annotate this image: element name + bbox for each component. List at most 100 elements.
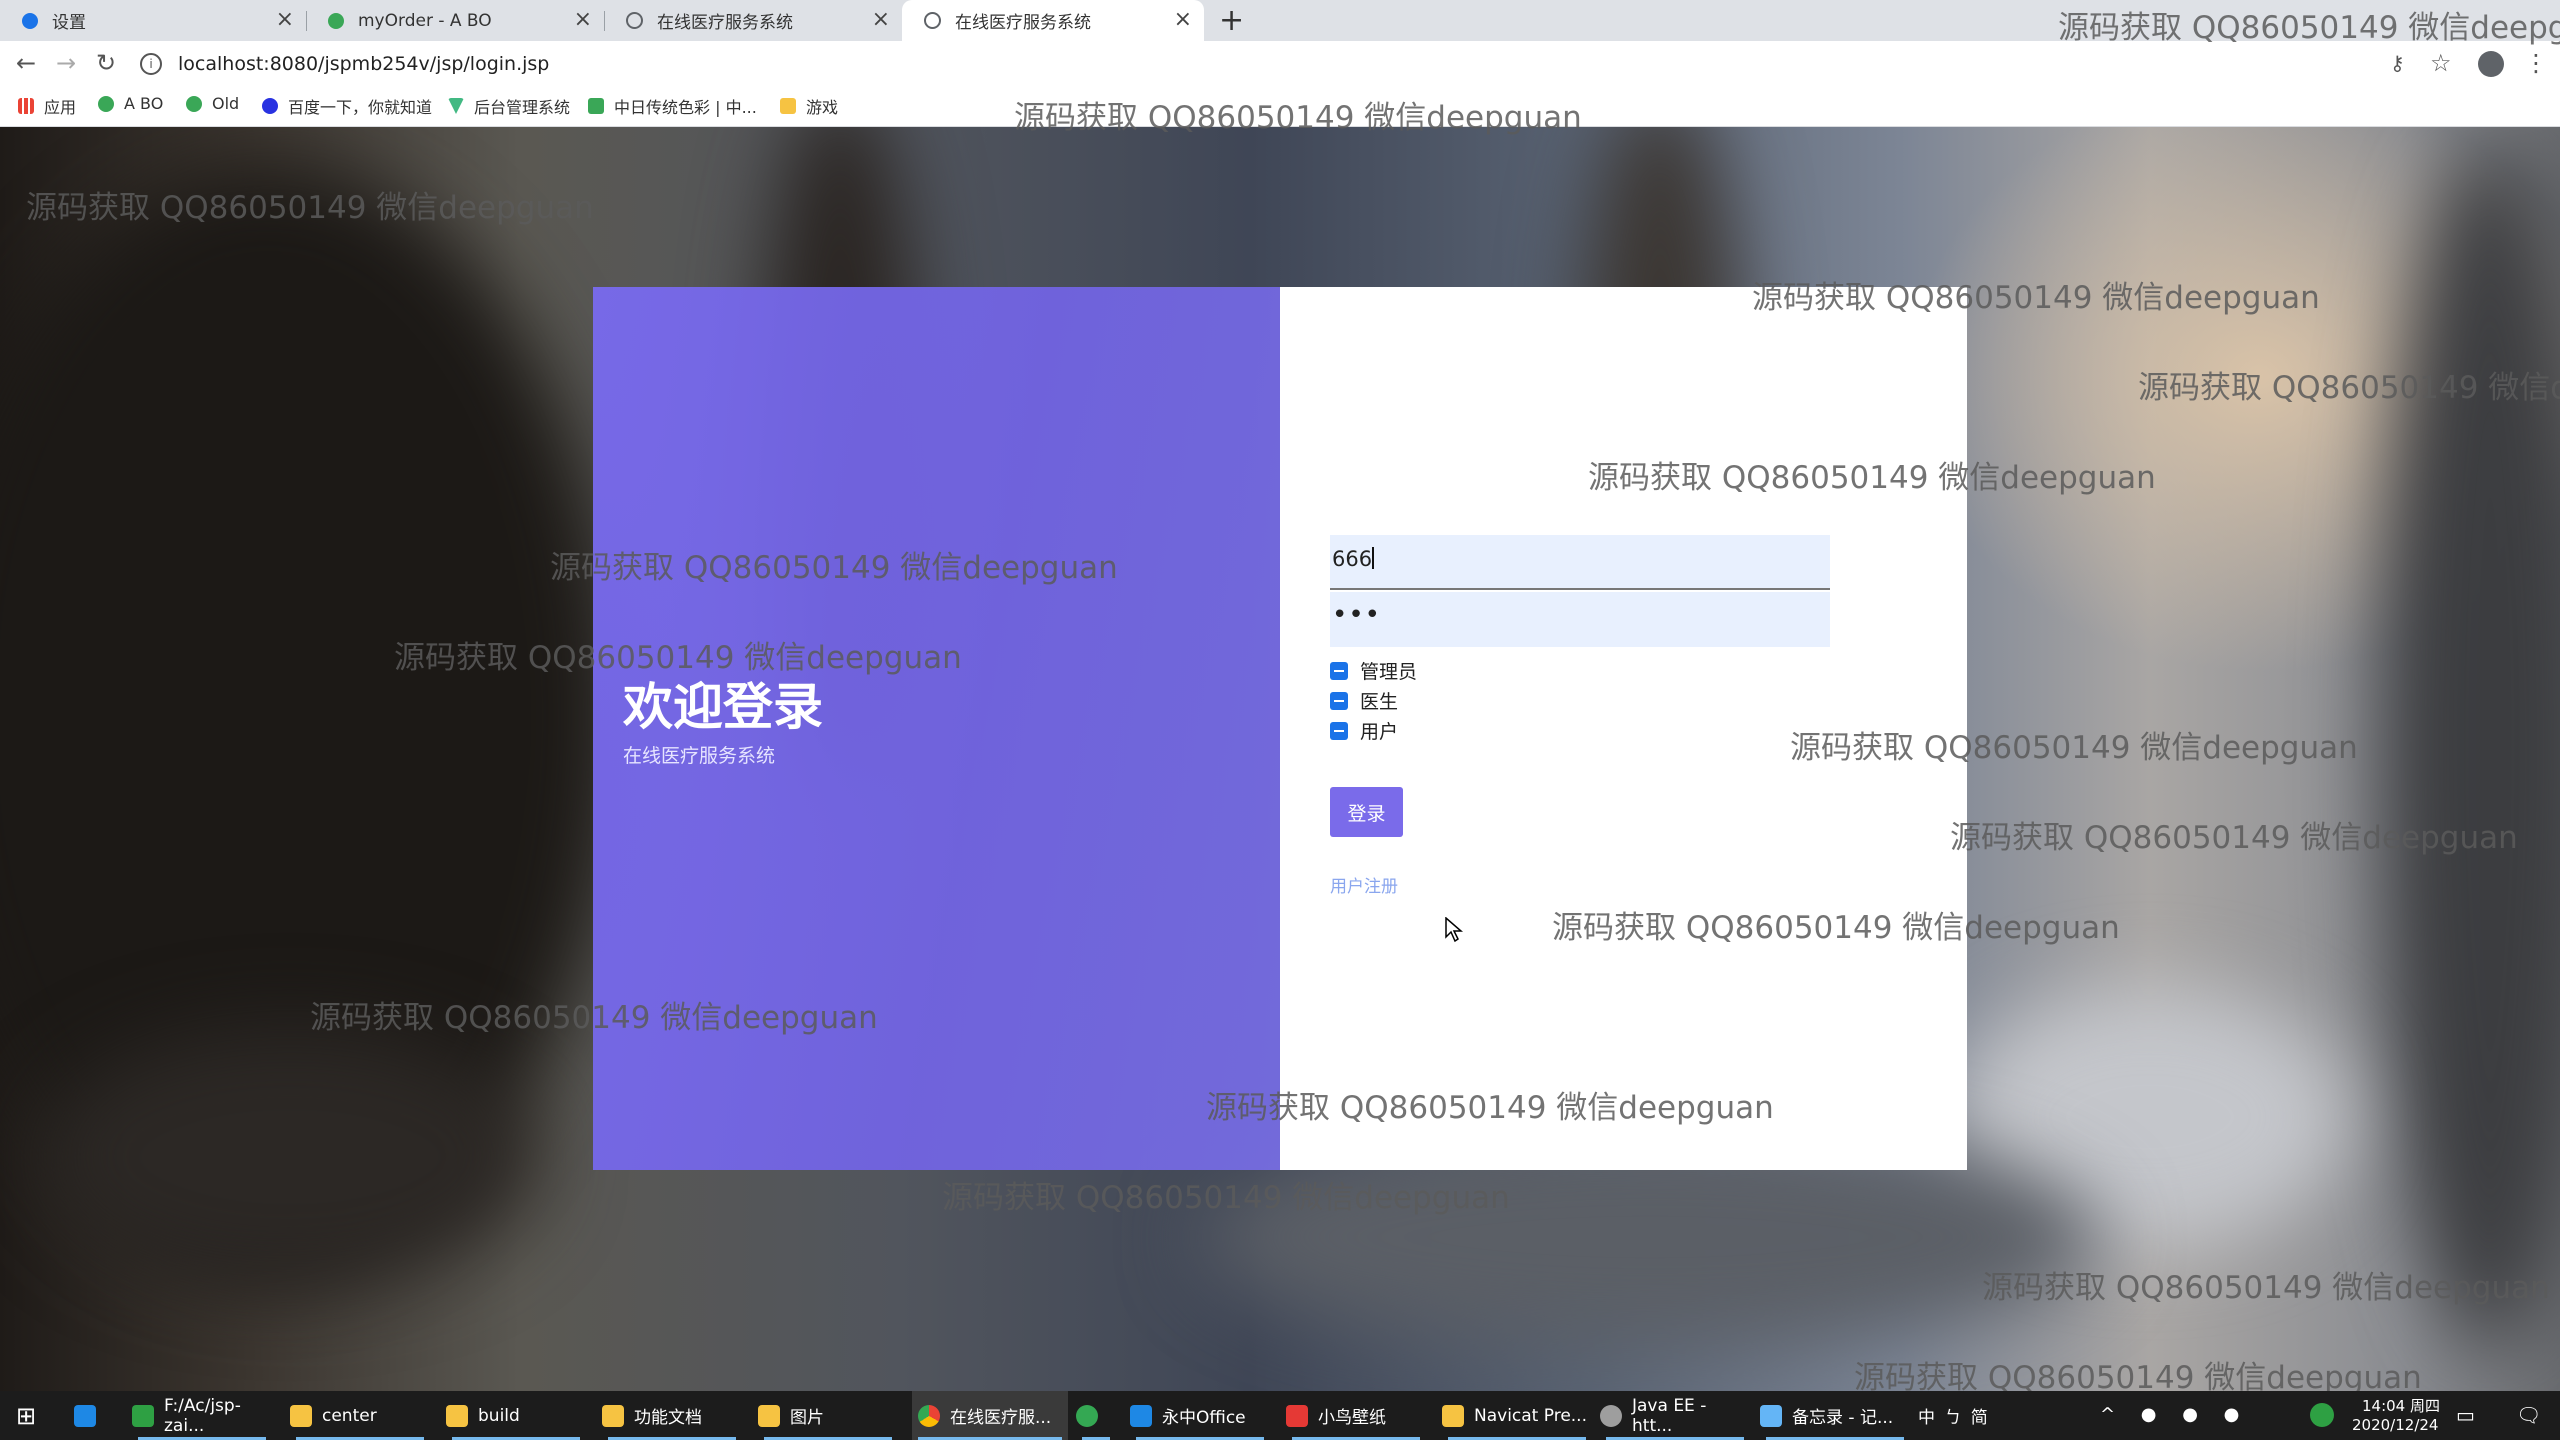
taskbar-item[interactable]: 小鸟壁纸 (1286, 1391, 1426, 1440)
tab-title: myOrder - A BO (358, 10, 492, 31)
watermark-text: 源码获取 QQ86050149 微信deepguan (1752, 280, 2320, 316)
taskbar-item[interactable]: 功能文档 (602, 1391, 742, 1440)
username-input[interactable]: 666 (1330, 535, 1830, 590)
app-circle-icon (1076, 1404, 1098, 1427)
watermark-text: 源码获取 QQ86050149 微信deepguan (1014, 100, 1582, 136)
login-button[interactable]: 登录 (1330, 787, 1403, 837)
address-bar-row: ← → ↻ i localhost:8080/jspmb254v/jsp/log… (0, 41, 2560, 86)
windows-taskbar: ⊞ F:/Ac/jsp-zai... center build 功能文档 图片 … (0, 1391, 2560, 1440)
taskbar-item[interactable]: center (290, 1391, 430, 1440)
menu-dots-icon[interactable]: ⋮ (2524, 49, 2548, 77)
windows-start-icon[interactable]: ⊞ (16, 1391, 36, 1440)
wallpaper-app-icon (1286, 1404, 1308, 1427)
browser-tab[interactable]: myOrder - A BO × (306, 0, 604, 41)
mouse-pointer-icon (1445, 917, 1463, 943)
info-icon[interactable]: i (140, 53, 162, 75)
login-card: 欢迎登录 在线医疗服务系统 666 ••• 管理员 医生 用户 登录 用户注册 (593, 287, 1967, 1170)
checkbox-icon[interactable] (1330, 691, 1348, 710)
taskbar-item[interactable]: 备忘录 - 记... (1760, 1391, 1910, 1440)
tray-icons[interactable]: ^ ● ● ● (2100, 1404, 2249, 1425)
star-icon[interactable]: ☆ (2430, 49, 2452, 77)
new-tab-button[interactable]: + (1219, 3, 1244, 38)
watermark-text: 源码获取 QQ86050149 微信deepguan (942, 1180, 1510, 1216)
system-tray[interactable]: 中 ㄅ 简 (1918, 1403, 1990, 1428)
action-center-icon[interactable]: 🗨 (2516, 1403, 2541, 1427)
checkbox-icon[interactable] (1330, 661, 1348, 680)
taskbar-item[interactable]: F:/Ac/jsp-zai... (132, 1391, 272, 1440)
password-input[interactable]: ••• (1330, 592, 1830, 647)
watermark-text: 源码获取 QQ86050149 微信deepguan (310, 1000, 878, 1036)
welcome-title: 欢迎登录 (623, 678, 823, 736)
bookmark-item[interactable]: 中日传统色彩 | 中... (588, 94, 757, 118)
key-icon[interactable]: ⚷ (2390, 51, 2405, 75)
close-icon[interactable]: × (574, 9, 592, 31)
role-checkbox-admin[interactable]: 管理员 (1330, 657, 1417, 684)
account-icon[interactable] (2478, 51, 2504, 77)
app-icon (74, 1404, 96, 1427)
role-checkbox-user[interactable]: 用户 (1330, 717, 1398, 744)
taskbar-item[interactable] (1076, 1391, 1116, 1440)
bookmark-item[interactable]: Old (186, 94, 239, 113)
taskbar-item[interactable]: build (446, 1391, 586, 1440)
role-label: 管理员 (1360, 661, 1418, 683)
folder-icon (446, 1404, 468, 1427)
browser-tab[interactable]: 在线医疗服务系统 × (604, 0, 902, 41)
watermark-text: 源码获取 QQ86050149 微信deepguan (1950, 820, 2518, 856)
tab-title: 在线医疗服务系统 (657, 13, 793, 33)
app-pinned-icon[interactable] (74, 1391, 106, 1440)
browser-tab[interactable]: 设置 × (0, 0, 306, 41)
watermark-text: 源码获取 QQ86050149 微信deepguan (1588, 460, 2156, 496)
taskbar-item[interactable]: 图片 (758, 1391, 898, 1440)
close-icon[interactable]: × (276, 9, 294, 31)
watermark-text: 源码获取 QQ86050149 微信deepguan (2058, 10, 2560, 46)
taskbar-item[interactable]: 永中Office (1130, 1391, 1270, 1440)
watermark-text: 源码获取 QQ86050149 微信deepguan (26, 190, 594, 226)
watermark-text: 源码获取 QQ86050149 微信deepguan (550, 550, 1118, 586)
close-icon[interactable]: × (1174, 9, 1192, 31)
role-label: 医生 (1360, 691, 1399, 713)
reload-icon[interactable]: ↻ (96, 49, 116, 77)
chrome-icon (918, 1404, 940, 1427)
taskbar-item[interactable]: Navicat Pre... (1442, 1391, 1592, 1440)
hbuilder-icon (132, 1404, 154, 1427)
text-cursor (1372, 547, 1375, 569)
navicat-icon (1442, 1404, 1464, 1427)
vue-logo-icon (448, 98, 464, 114)
watermark-text: 源码获取 QQ86050149 微信deepguan (1206, 1090, 1774, 1126)
bookmark-item[interactable]: 百度一下，你就知道 (262, 94, 432, 118)
clock-date[interactable]: 2020/12/24 (2352, 1416, 2438, 1434)
checkbox-icon[interactable] (1330, 721, 1348, 740)
apps-grid-icon (18, 98, 34, 114)
close-icon[interactable]: × (872, 9, 890, 31)
url-bar[interactable]: i localhost:8080/jspmb254v/jsp/login.jsp (140, 47, 2340, 81)
password-value: ••• (1332, 600, 1382, 630)
taskbar-item[interactable]: Java EE - htt... (1600, 1391, 1750, 1440)
username-value: 666 (1332, 547, 1373, 571)
bookmark-folder[interactable]: 游戏 (780, 94, 838, 118)
bookmark-apps[interactable]: 应用 (18, 94, 76, 118)
forward-arrow-icon[interactable]: → (56, 49, 76, 77)
register-link[interactable]: 用户注册 (1330, 872, 1398, 897)
tab-favicon-icon (328, 12, 344, 29)
tab-title: 设置 (52, 13, 86, 33)
watermark-text: 源码获取 QQ86050149 微信deepguan (1790, 730, 2358, 766)
clock-time[interactable]: 14:04 周四 (2362, 1395, 2440, 1416)
browser-tab-active[interactable]: 在线医疗服务系统 × (902, 0, 1204, 41)
network-speed-icon[interactable] (2310, 1403, 2334, 1427)
gear-icon (22, 12, 38, 29)
tab-title: 在线医疗服务系统 (955, 13, 1091, 33)
role-checkbox-doctor[interactable]: 医生 (1330, 687, 1398, 714)
bookmark-favicon-icon (186, 95, 202, 112)
notification-icon[interactable]: ▭ (2456, 1403, 2475, 1427)
bookmark-item[interactable]: A BO (98, 94, 163, 113)
folder-icon (758, 1404, 780, 1427)
taskbar-item-active[interactable]: 在线医疗服... (912, 1391, 1068, 1440)
bookmark-favicon-icon (588, 98, 604, 114)
office-icon (1130, 1404, 1152, 1427)
notepad-icon (1760, 1404, 1782, 1427)
bookmark-item[interactable]: 后台管理系统 (448, 94, 570, 118)
watermark-text: 源码获取 QQ86050149 微信deepguan (1552, 910, 2120, 946)
globe-icon (924, 12, 941, 29)
watermark-text: 源码获取 QQ86050149 微信deepguan (2138, 370, 2560, 406)
back-arrow-icon[interactable]: ← (16, 49, 36, 77)
